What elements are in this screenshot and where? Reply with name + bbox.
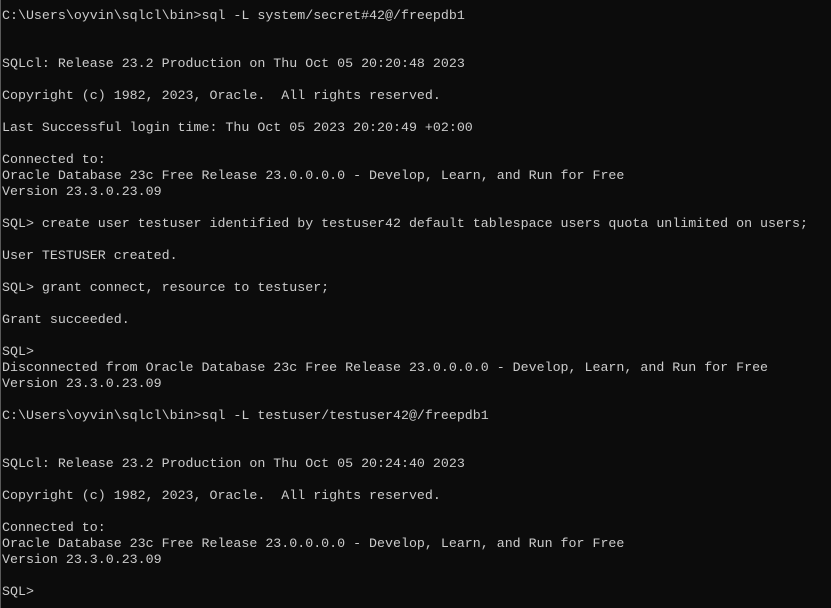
terminal-line: C:\Users\oyvin\sqlcl\bin>sql -L system/s…: [2, 8, 465, 23]
terminal-line: Connected to:: [2, 152, 106, 167]
prompt-line: SQL> grant connect, resource to testuser…: [2, 280, 330, 295]
terminal-line: Copyright (c) 1982, 2023, Oracle. All ri…: [2, 88, 441, 103]
terminal-line: Oracle Database 23c Free Release 23.0.0.…: [2, 536, 625, 551]
terminal-line: Version 23.3.0.23.09: [2, 552, 162, 567]
prompt-line: SQL> create user testuser identified by …: [2, 216, 808, 231]
terminal-line: Last Successful login time: Thu Oct 05 2…: [2, 120, 473, 135]
terminal-line: Version 23.3.0.23.09: [2, 184, 162, 199]
terminal-line: User TESTUSER created.: [2, 248, 178, 263]
terminal-line: SQLcl: Release 23.2 Production on Thu Oc…: [2, 56, 465, 71]
terminal-output[interactable]: C:\Users\oyvin\sqlcl\bin>sql -L system/s…: [2, 8, 831, 600]
terminal-line: C:\Users\oyvin\sqlcl\bin>sql -L testuser…: [2, 408, 489, 423]
terminal-line: Version 23.3.0.23.09: [2, 376, 162, 391]
window-border: [0, 0, 1, 608]
terminal-line: Grant succeeded.: [2, 312, 130, 327]
prompt-line: SQL>: [2, 344, 34, 359]
terminal-line: SQLcl: Release 23.2 Production on Thu Oc…: [2, 456, 465, 471]
terminal-line: Copyright (c) 1982, 2023, Oracle. All ri…: [2, 488, 441, 503]
terminal-line: Disconnected from Oracle Database 23c Fr…: [2, 360, 769, 375]
terminal-line: Connected to:: [2, 520, 106, 535]
prompt-line: SQL>: [2, 584, 34, 599]
terminal-line: Oracle Database 23c Free Release 23.0.0.…: [2, 168, 625, 183]
